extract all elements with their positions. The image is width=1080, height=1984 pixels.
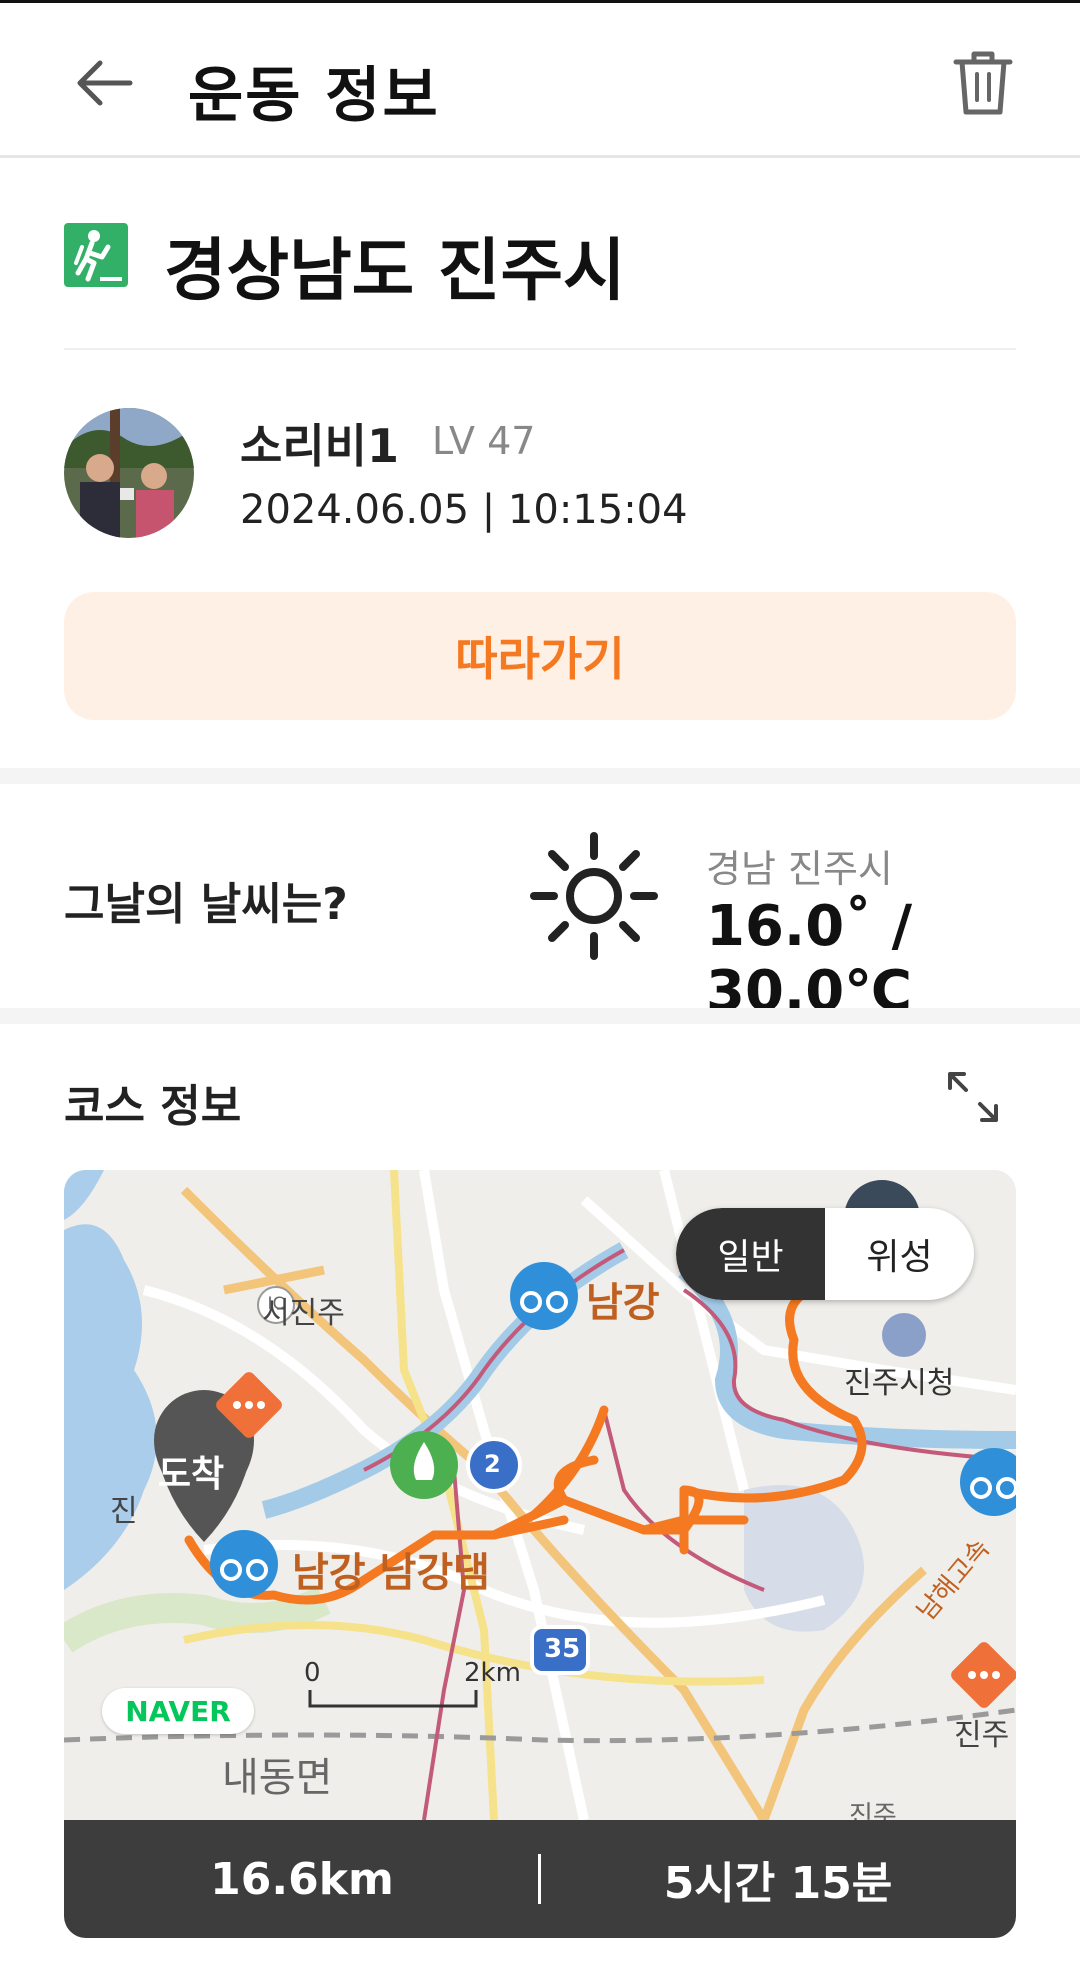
user-info: 소리비1 LV 47 2024.06.05 | 10:15:04 [64, 405, 1016, 540]
activity-location: 경상남도 진주시 [164, 232, 626, 311]
map-type-toggle[interactable]: 일반 위성 [676, 1208, 974, 1300]
expand-icon[interactable] [944, 1068, 1002, 1126]
section-divider [0, 1008, 1080, 1024]
follow-button[interactable]: 따라가기 [64, 592, 1016, 720]
weather-question: 그날의 날씨는? [64, 879, 348, 930]
sun-icon [530, 832, 658, 960]
route-35-badge: 35 [544, 1634, 581, 1664]
activity-datetime: 2024.06.05 | 10:15:04 [240, 487, 688, 533]
arrow-left-icon[interactable] [70, 48, 140, 118]
map-label-naedong: 내동면 [222, 1755, 333, 1801]
course-map[interactable]: 서진주 IC 남강 진주시청 남강 남강댐 진 2 35 0 2km 내동면 남… [64, 1170, 1016, 1938]
map-label-jinju-right: 진주 [954, 1718, 1010, 1753]
scale-zero: 0 [304, 1658, 321, 1688]
weather-location: 경남 진주시 [706, 847, 893, 891]
map-type-satellite[interactable]: 위성 [825, 1208, 974, 1300]
hiking-icon [64, 223, 128, 287]
ic-badge: IC [267, 1294, 285, 1314]
page-title: 운동 정보 [188, 61, 440, 131]
map-provider-logo: NAVER [102, 1688, 254, 1734]
activity-location-row: 경상남도 진주시 [64, 215, 1016, 350]
trash-icon[interactable] [950, 48, 1016, 118]
arrival-marker-label: 도착 [157, 1454, 225, 1495]
section-divider [0, 768, 1080, 784]
avatar[interactable] [64, 408, 194, 538]
map-label-namgang-top: 남강 [586, 1280, 660, 1326]
map-label-namgang-dam: 남강 남강댐 [292, 1550, 490, 1596]
map-label-city-hall: 진주시청 [844, 1366, 955, 1401]
scale-2km: 2km [464, 1658, 521, 1688]
map-type-normal[interactable]: 일반 [676, 1208, 825, 1300]
course-title: 코스 정보 [64, 1081, 242, 1132]
course-duration: 5시간 15분 [663, 1858, 893, 1909]
course-stats-bar: 16.6km 5시간 15분 [64, 1820, 1016, 1938]
user-level: LV 47 [432, 419, 536, 463]
weather-temperature: 16.0˚ / 30.0℃ [706, 894, 913, 1024]
course-distance: 16.6km [210, 1853, 394, 1905]
app-header: 운동 정보 [0, 3, 1080, 158]
user-name: 소리비1 [240, 419, 399, 473]
route-2-badge: 2 [484, 1450, 501, 1478]
